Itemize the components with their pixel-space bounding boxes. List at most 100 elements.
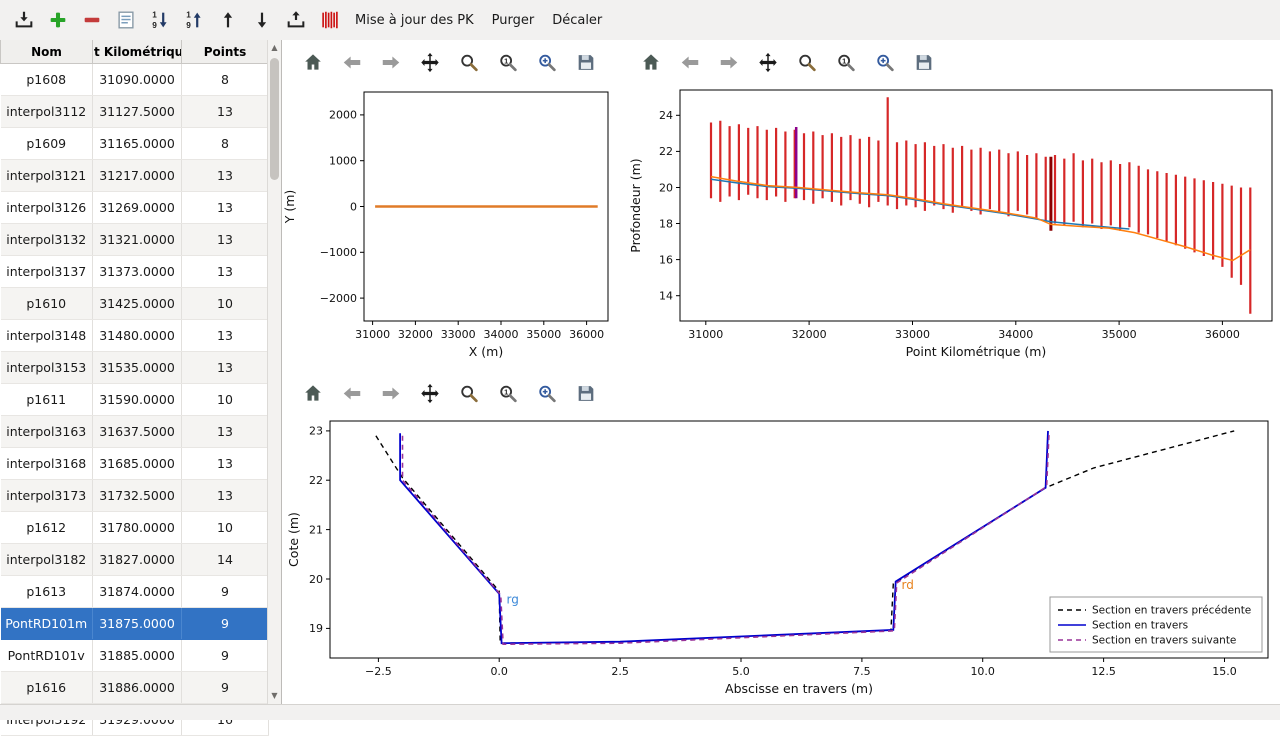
sort-desc-button[interactable]: 19 bbox=[144, 4, 176, 36]
table-row[interactable]: PontRD101m31875.00009 bbox=[1, 608, 269, 640]
table-cell: interpol3148 bbox=[1, 320, 93, 352]
forward-button[interactable] bbox=[376, 378, 406, 408]
scroll-down-button[interactable]: ▼ bbox=[268, 689, 281, 703]
sort-asc-button[interactable]: 19 bbox=[178, 4, 210, 36]
svg-text:Profondeur (m): Profondeur (m) bbox=[628, 158, 643, 252]
table-cell: 9 bbox=[182, 576, 269, 608]
scrollbar-thumb[interactable] bbox=[270, 58, 279, 180]
table-row[interactable]: PontRD101v31885.00009 bbox=[1, 640, 269, 672]
sections-table-panel: Nomt KilométriquPoints p160831090.00008i… bbox=[0, 40, 282, 704]
table-row[interactable]: p161131590.000010 bbox=[1, 384, 269, 416]
svg-text:−1000: −1000 bbox=[320, 246, 357, 259]
home-button[interactable] bbox=[298, 378, 328, 408]
table-cell: 31885.0000 bbox=[93, 640, 182, 672]
table-cell: 31827.0000 bbox=[93, 544, 182, 576]
table-cell: 31127.5000 bbox=[93, 96, 182, 128]
table-cell: interpol3132 bbox=[1, 224, 93, 256]
table-cell: PontRD101m bbox=[1, 608, 93, 640]
move-up-button[interactable] bbox=[212, 4, 244, 36]
back-button[interactable] bbox=[337, 378, 367, 408]
table-row[interactable]: interpol312131217.000013 bbox=[1, 160, 269, 192]
table-row[interactable]: interpol318231827.000014 bbox=[1, 544, 269, 576]
zoom-rect-button[interactable] bbox=[870, 47, 900, 77]
table-row[interactable]: p161231780.000010 bbox=[1, 512, 269, 544]
svg-text:32000: 32000 bbox=[398, 328, 433, 341]
save-button[interactable] bbox=[571, 378, 601, 408]
table-cell: 13 bbox=[182, 416, 269, 448]
home-button[interactable] bbox=[636, 47, 666, 77]
table-cell: interpol3137 bbox=[1, 256, 93, 288]
shift-button[interactable]: Décaler bbox=[543, 5, 611, 36]
cross-section-chart[interactable]: −2.50.02.55.07.510.012.515.01920212223Ab… bbox=[282, 415, 1280, 704]
back-button[interactable] bbox=[675, 47, 705, 77]
save-button[interactable] bbox=[571, 47, 601, 77]
svg-text:16: 16 bbox=[659, 253, 673, 266]
table-row[interactable]: interpol314831480.000013 bbox=[1, 320, 269, 352]
plan-chart[interactable]: 310003200033000340003500036000−2000−1000… bbox=[282, 84, 620, 371]
pan-button[interactable] bbox=[415, 47, 445, 77]
table-cell: 31637.5000 bbox=[93, 416, 182, 448]
table-row[interactable]: interpol315331535.000013 bbox=[1, 352, 269, 384]
table-row[interactable]: p161031425.000010 bbox=[1, 288, 269, 320]
longitudinal-profile-chart[interactable]: 3100032000330003400035000360001416182022… bbox=[620, 84, 1280, 371]
table-row[interactable]: interpol316831685.000013 bbox=[1, 448, 269, 480]
table-row[interactable]: interpol313231321.000013 bbox=[1, 224, 269, 256]
update-pk-button[interactable]: Mise à jour des PK bbox=[346, 5, 483, 36]
zoom-original-button[interactable]: 1 bbox=[831, 47, 861, 77]
table-row[interactable]: interpol312631269.000013 bbox=[1, 192, 269, 224]
pan-button[interactable] bbox=[753, 47, 783, 77]
table-row[interactable]: p160931165.00008 bbox=[1, 128, 269, 160]
export-button[interactable] bbox=[280, 4, 312, 36]
back-button[interactable] bbox=[337, 47, 367, 77]
remove-button[interactable] bbox=[76, 4, 108, 36]
sort-desc-icon: 19 bbox=[149, 9, 171, 31]
svg-text:33000: 33000 bbox=[441, 328, 476, 341]
zoom-button[interactable] bbox=[454, 378, 484, 408]
save-button[interactable] bbox=[909, 47, 939, 77]
svg-text:32000: 32000 bbox=[792, 328, 827, 341]
column-header[interactable]: Points bbox=[182, 40, 269, 64]
column-header[interactable]: Nom bbox=[1, 40, 93, 64]
svg-text:33000: 33000 bbox=[895, 328, 930, 341]
table-row[interactable]: interpol316331637.500013 bbox=[1, 416, 269, 448]
table-cell: p1608 bbox=[1, 64, 93, 96]
table-row[interactable]: interpol311231127.500013 bbox=[1, 96, 269, 128]
table-row[interactable]: p161631886.00009 bbox=[1, 672, 269, 704]
zoom-button[interactable] bbox=[454, 47, 484, 77]
scroll-up-button[interactable]: ▲ bbox=[268, 41, 281, 55]
move-up-icon bbox=[217, 9, 239, 31]
zoom-button[interactable] bbox=[792, 47, 822, 77]
pan-button[interactable] bbox=[415, 378, 445, 408]
zoom-rect-button[interactable] bbox=[532, 47, 562, 77]
column-header[interactable]: t Kilométriqu bbox=[93, 40, 182, 64]
zoom-original-button[interactable]: 1 bbox=[493, 47, 523, 77]
table-scrollbar[interactable]: ▲ ▼ bbox=[267, 40, 281, 704]
add-button[interactable] bbox=[42, 4, 74, 36]
home-button[interactable] bbox=[298, 47, 328, 77]
sections-button[interactable] bbox=[314, 4, 346, 36]
zoom-rect-button[interactable] bbox=[532, 378, 562, 408]
pan-icon bbox=[757, 50, 779, 75]
svg-text:18: 18 bbox=[659, 217, 673, 230]
table-row[interactable]: p160831090.00008 bbox=[1, 64, 269, 96]
table-cell: interpol3173 bbox=[1, 480, 93, 512]
forward-icon bbox=[380, 50, 402, 75]
table-cell: 31425.0000 bbox=[93, 288, 182, 320]
svg-text:−2.5: −2.5 bbox=[365, 665, 392, 678]
table-cell: 9 bbox=[182, 672, 269, 704]
forward-button[interactable] bbox=[714, 47, 744, 77]
table-row[interactable]: p161331874.00009 bbox=[1, 576, 269, 608]
table-cell: 31535.0000 bbox=[93, 352, 182, 384]
forward-button[interactable] bbox=[376, 47, 406, 77]
table-row[interactable]: interpol313731373.000013 bbox=[1, 256, 269, 288]
table-cell: 31090.0000 bbox=[93, 64, 182, 96]
purge-button[interactable]: Purger bbox=[483, 5, 544, 36]
table-row[interactable]: interpol317331732.500013 bbox=[1, 480, 269, 512]
forward-icon bbox=[718, 50, 740, 75]
zoom-original-icon: 1 bbox=[835, 50, 857, 75]
zoom-original-button[interactable]: 1 bbox=[493, 378, 523, 408]
import-button[interactable] bbox=[8, 4, 40, 36]
move-down-button[interactable] bbox=[246, 4, 278, 36]
table-cell: 8 bbox=[182, 64, 269, 96]
form-button[interactable] bbox=[110, 4, 142, 36]
